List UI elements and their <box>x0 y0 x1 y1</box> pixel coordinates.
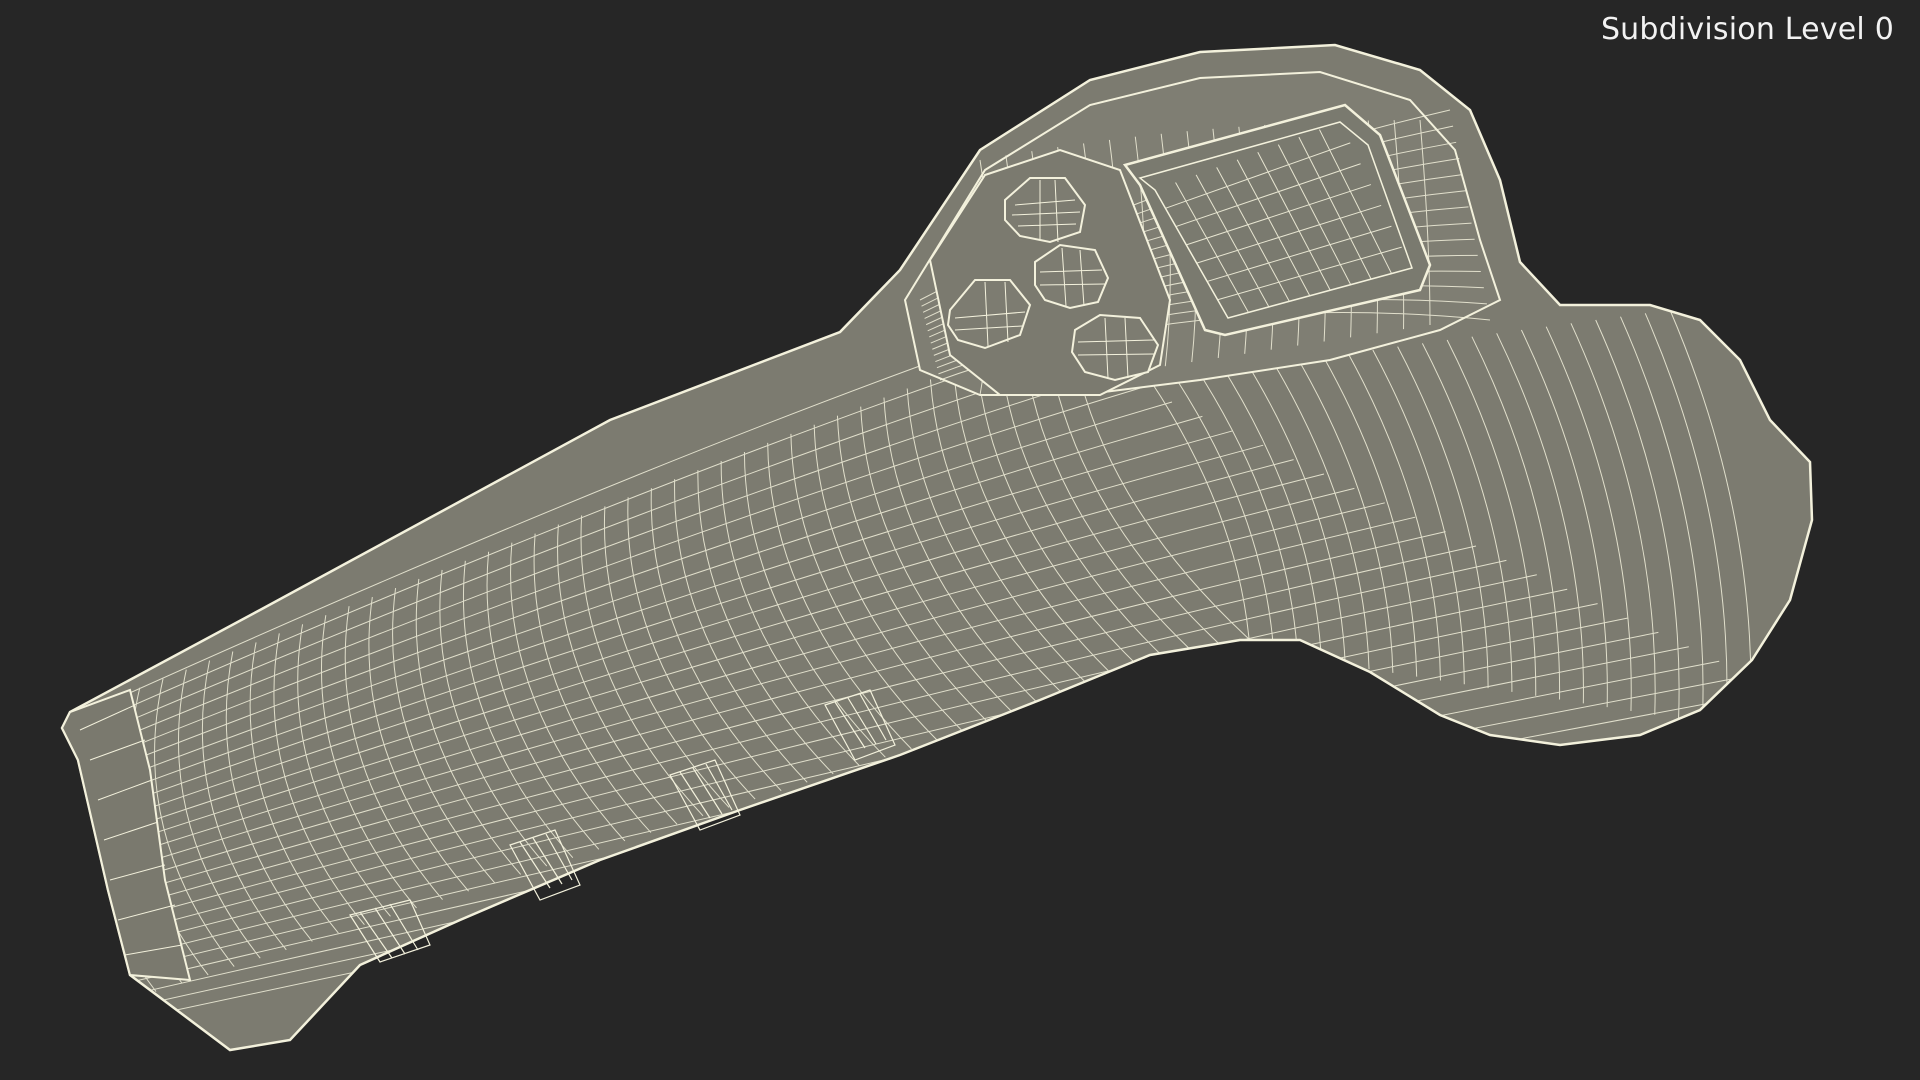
button-middle[interactable] <box>1034 243 1110 310</box>
button-bottom[interactable] <box>1070 313 1160 382</box>
subdivision-level-label: Subdivision Level 0 <box>1600 12 1894 47</box>
3d-viewport[interactable]: Subdivision Level 0 <box>0 0 1920 1080</box>
model-body <box>60 43 1814 1052</box>
wireframe-model <box>60 43 1814 1052</box>
